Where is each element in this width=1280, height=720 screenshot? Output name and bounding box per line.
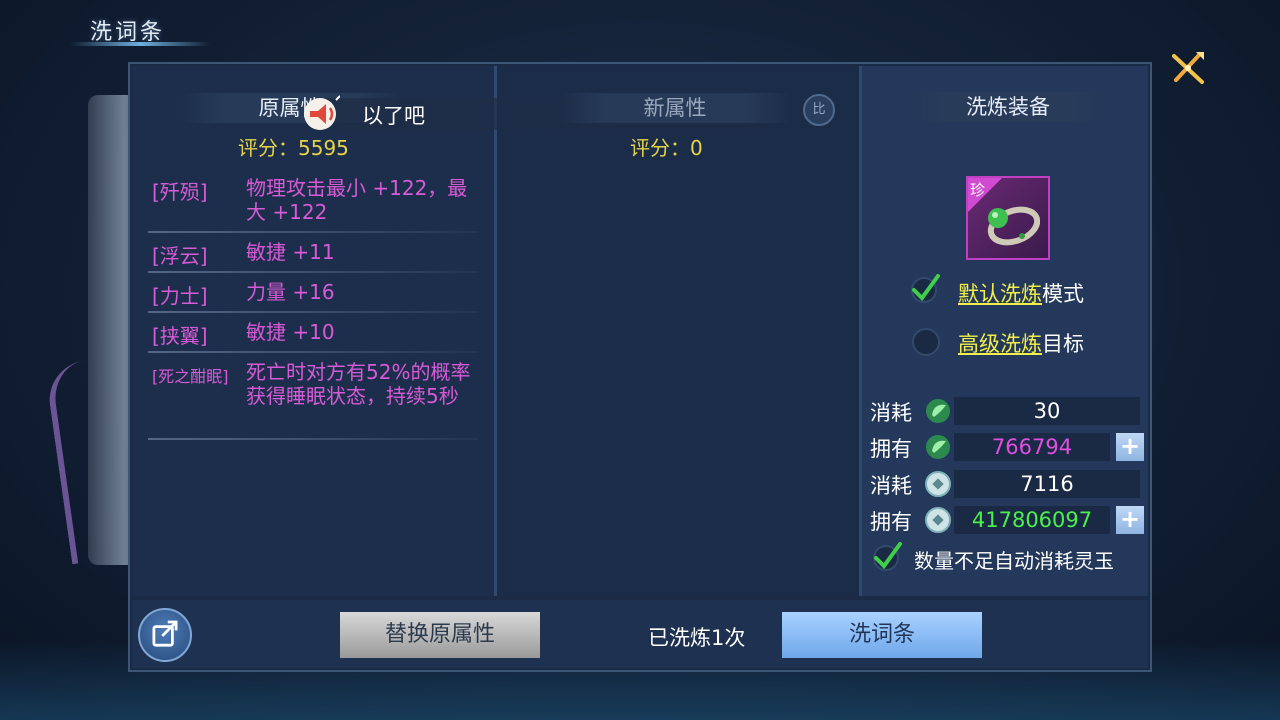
row-divider	[148, 438, 478, 440]
attribute-value: 死亡时对方有52%的概率获得睡眠状态，持续5秒	[246, 360, 471, 408]
rarity-label: 珍	[970, 181, 986, 199]
new-score: 评分：0	[630, 132, 703, 161]
cost-coin-row: 消耗 7116	[868, 468, 1146, 498]
jade-leaf-icon	[924, 433, 952, 461]
jade-leaf-icon	[924, 397, 952, 425]
attribute-row: [歼殒] 物理攻击最小 +122，最大 +122	[148, 176, 478, 228]
auto-consume-label: 数量不足自动消耗灵玉	[914, 549, 1114, 573]
score-label: 评分：	[238, 136, 298, 160]
speaker-icon[interactable]	[300, 94, 341, 134]
attribute-row: [力士] 力量 +16	[148, 280, 478, 308]
score-value: 0	[690, 136, 703, 160]
equipment-slot[interactable]: 珍	[966, 176, 1050, 260]
attribute-tag: [力士]	[152, 284, 208, 308]
cost-label: 消耗	[870, 474, 912, 498]
wash-equipment-header: 洗炼装备	[908, 92, 1108, 122]
attribute-value: 物理攻击最小 +122，最大 +122	[246, 176, 468, 224]
checkmark-icon[interactable]	[870, 540, 904, 574]
cost-label: 消耗	[870, 401, 912, 425]
share-icon	[152, 620, 178, 647]
advanced-wash-target-option[interactable]: 高级洗炼目标	[958, 328, 1084, 358]
target-suffix: 目标	[1042, 332, 1084, 356]
attribute-value: 敏捷 +10	[246, 320, 335, 344]
default-wash-mode-option[interactable]: 默认洗炼模式	[958, 278, 1084, 308]
cost-jade-row: 消耗 30	[868, 395, 1146, 425]
attribute-value: 力量 +16	[246, 280, 335, 304]
score-label: 评分：	[630, 136, 690, 160]
mode-suffix: 模式	[1042, 282, 1084, 306]
attribute-row: [浮云] 敏捷 +11	[148, 240, 478, 268]
attribute-tag: [浮云]	[152, 244, 208, 268]
add-jade-button[interactable]: +	[1116, 433, 1144, 461]
attribute-value: 敏捷 +11	[246, 240, 335, 264]
attribute-tag: [死之酣眠]	[152, 367, 229, 386]
row-divider	[148, 271, 478, 273]
advanced-mode-radio[interactable]	[912, 328, 940, 356]
coin-icon	[924, 506, 952, 534]
cost-coin-value: 7116	[954, 470, 1140, 498]
replace-original-attributes-button[interactable]: 替换原属性	[340, 612, 540, 658]
coin-icon	[924, 470, 952, 498]
attribute-tag: [挟翼]	[152, 324, 208, 348]
owned-label: 拥有	[870, 510, 912, 534]
attribute-row: [挟翼] 敏捷 +10	[148, 320, 478, 348]
wash-affix-button[interactable]: 洗词条	[782, 612, 982, 658]
default-wash-link[interactable]: 默认洗炼	[958, 282, 1042, 306]
add-coin-button[interactable]: +	[1116, 506, 1144, 534]
close-button[interactable]	[1168, 48, 1208, 88]
wash-count-label: 已洗炼1次	[648, 626, 746, 650]
owned-coin-value: 417806097	[954, 506, 1110, 534]
owned-jade-row: 拥有 766794 +	[868, 431, 1146, 461]
bottom-action-bar	[132, 600, 1148, 668]
row-divider	[148, 311, 478, 313]
original-score: 评分：5595	[238, 132, 349, 161]
cost-jade-value: 30	[954, 397, 1140, 425]
notice-text: 以了吧	[362, 104, 425, 128]
share-button[interactable]	[138, 608, 192, 662]
owned-label: 拥有	[870, 437, 912, 461]
checkmark-icon[interactable]	[908, 272, 942, 306]
compare-button[interactable]: 比	[803, 94, 835, 126]
attribute-tag: [歼殒]	[152, 180, 208, 204]
row-divider	[148, 351, 478, 353]
new-attributes-header: 新属性	[560, 93, 790, 123]
attribute-row: [死之酣眠] 死亡时对方有52%的概率获得睡眠状态，持续5秒	[148, 360, 478, 436]
owned-coin-row: 拥有 417806097 +	[868, 504, 1146, 534]
advanced-wash-link[interactable]: 高级洗炼	[958, 332, 1042, 356]
score-value: 5595	[298, 136, 349, 160]
owned-jade-value: 766794	[954, 433, 1110, 461]
title-underline	[70, 42, 210, 46]
row-divider	[148, 231, 478, 233]
close-icon	[1172, 52, 1204, 84]
